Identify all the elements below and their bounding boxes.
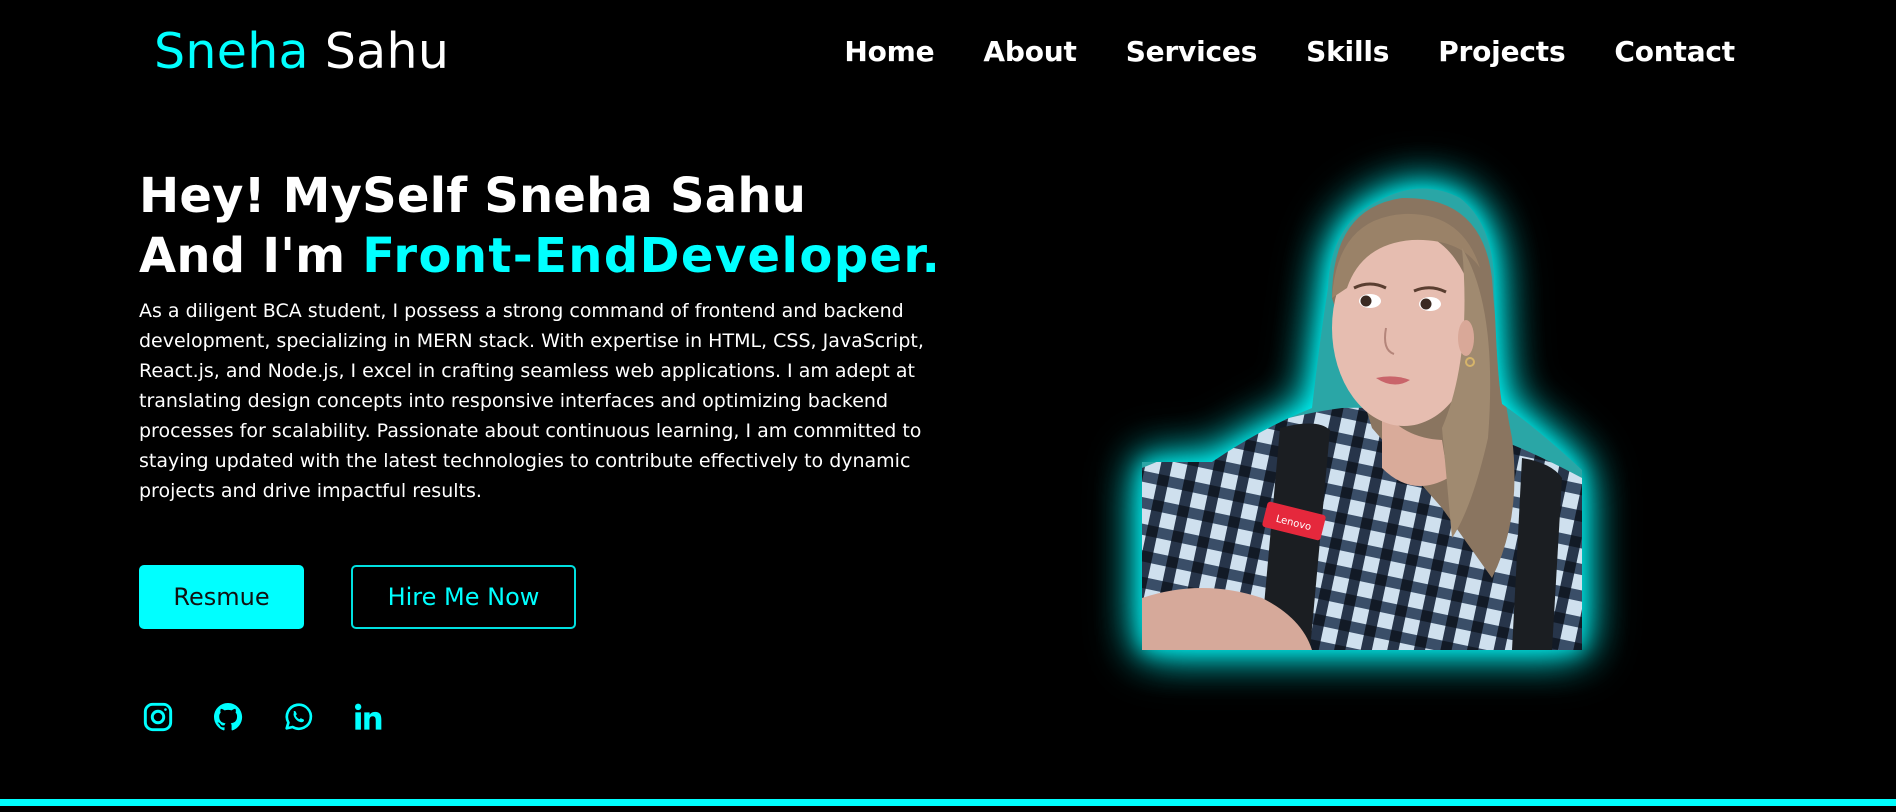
- logo[interactable]: Sneha Sahu: [154, 20, 449, 84]
- social-links: [142, 700, 384, 734]
- linkedin-icon[interactable]: [352, 700, 384, 734]
- portrait-glow: Lenovo: [1142, 178, 1582, 650]
- hero-role-line: And I'm Front-EndDeveloper.: [139, 226, 941, 286]
- hero-description: As a diligent BCA student, I possess a s…: [139, 300, 924, 502]
- hero-role-prefix: And I'm: [139, 228, 346, 284]
- nav-skills[interactable]: Skills: [1306, 30, 1389, 74]
- nav-home[interactable]: Home: [844, 30, 934, 74]
- main-nav: Home About Services Skills Projects Cont…: [844, 30, 1735, 74]
- github-icon[interactable]: [212, 700, 244, 734]
- nav-projects[interactable]: Projects: [1438, 30, 1565, 74]
- resume-button[interactable]: Resmue: [139, 565, 304, 629]
- page: Sneha Sahu Home About Services Skills Pr…: [0, 0, 1896, 812]
- hero-greeting: Hey! MySelf Sneha Sahu: [139, 168, 807, 224]
- whatsapp-icon[interactable]: [282, 700, 314, 734]
- portrait-image: Lenovo: [1142, 188, 1582, 650]
- instagram-icon[interactable]: [142, 700, 174, 734]
- hire-me-button[interactable]: Hire Me Now: [351, 565, 576, 629]
- hero-role: Front-EndDeveloper.: [362, 228, 942, 284]
- bottom-divider: [0, 799, 1896, 806]
- nav-about[interactable]: About: [983, 30, 1076, 74]
- logo-first-name: Sneha: [154, 23, 309, 80]
- site-header: Sneha Sahu Home About Services Skills Pr…: [0, 0, 1896, 105]
- nav-services[interactable]: Services: [1126, 30, 1258, 74]
- nav-contact[interactable]: Contact: [1614, 30, 1735, 74]
- hero-title: Hey! MySelf Sneha Sahu And I'm Front-End…: [139, 166, 941, 286]
- logo-last-name: Sahu: [324, 23, 450, 80]
- profile-portrait: Lenovo: [1142, 178, 1582, 650]
